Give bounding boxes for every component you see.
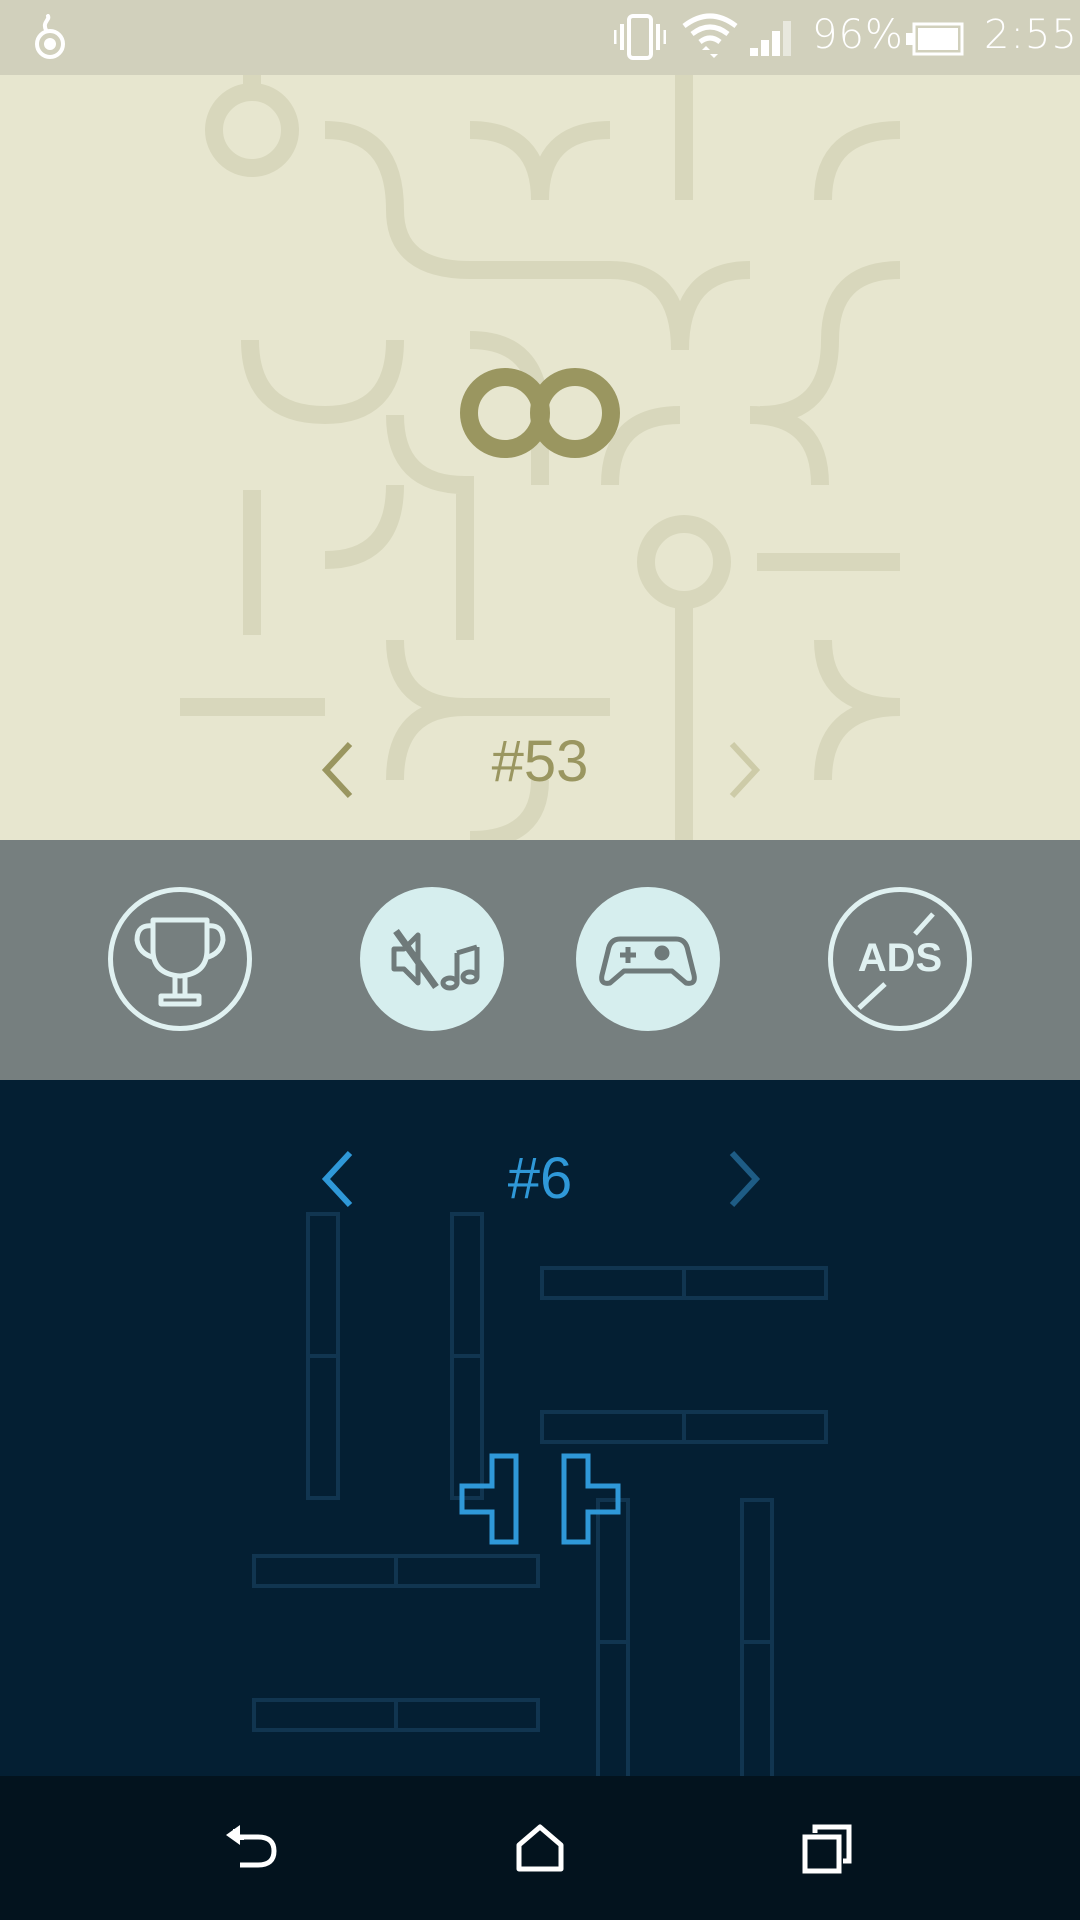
battery-icon [906, 22, 964, 56]
app-notification-icon [35, 14, 65, 59]
back-icon [226, 1825, 277, 1868]
status-bar: 96% 2:55 [0, 0, 1080, 75]
wifi-icon [682, 13, 738, 58]
battery-percent: 96% [812, 12, 904, 58]
back-button[interactable] [218, 1813, 288, 1883]
next-level-button[interactable] [724, 740, 764, 800]
signal-icon [750, 21, 791, 56]
game-services-button[interactable] [576, 887, 720, 1031]
top-level-number: #53 [491, 729, 589, 794]
recents-icon [802, 1824, 852, 1874]
sound-toggle-button[interactable] [360, 887, 504, 1031]
navigation-bar [0, 1776, 1080, 1920]
remove-ads-button[interactable]: ADS [828, 887, 972, 1031]
no-ads-icon [857, 912, 935, 1010]
home-button[interactable] [505, 1813, 575, 1883]
gamepad-icon [599, 936, 697, 986]
trophy-icon [134, 917, 226, 1007]
infinity-icon [460, 368, 620, 458]
recents-button[interactable] [793, 1813, 863, 1883]
bottom-pack-panel: #6 [0, 1080, 1080, 1776]
level-preview-puzzle [252, 1212, 828, 1776]
sound-muted-music-icon [391, 928, 480, 991]
home-icon [516, 1824, 564, 1872]
vibrate-icon [614, 14, 666, 60]
toolbar: ADS [0, 840, 1080, 1080]
leaderboard-button[interactable] [108, 887, 252, 1031]
prev-level-button[interactable] [318, 740, 358, 800]
clock: 2:55 [984, 12, 1078, 58]
top-pack-panel: #53 [0, 75, 1080, 840]
